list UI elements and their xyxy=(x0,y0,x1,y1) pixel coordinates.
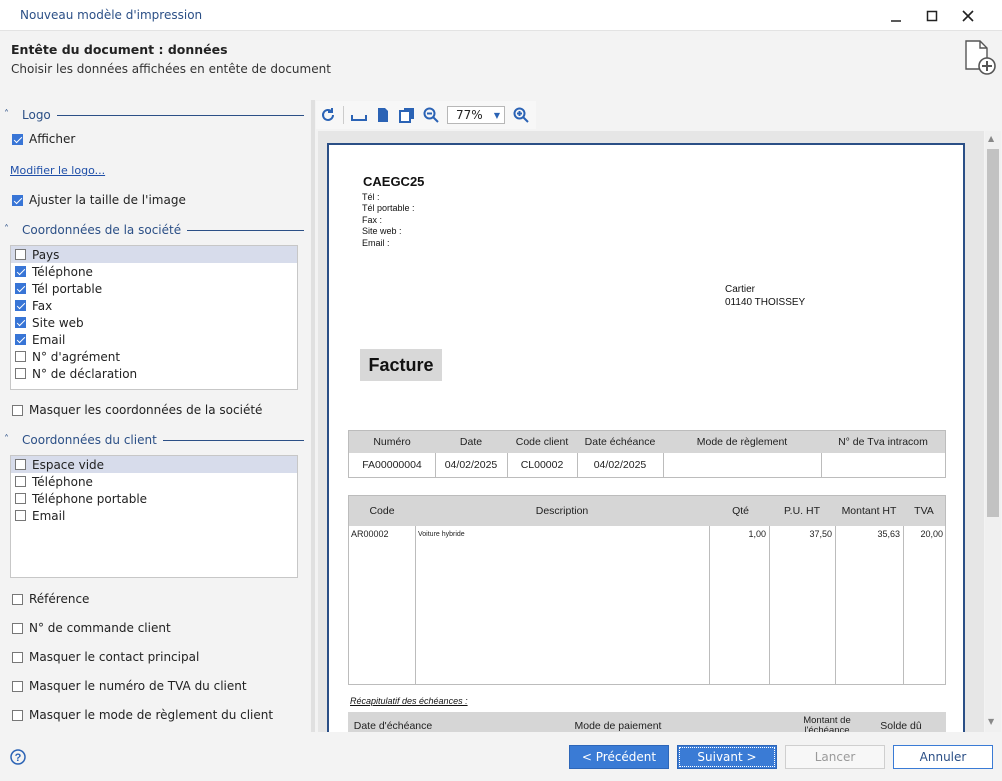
page-subtitle: Choisir les données affichées en entête … xyxy=(11,62,331,76)
company-line: Tél : xyxy=(362,192,380,202)
client-section-header[interactable]: ˄ Coordonnées du client xyxy=(4,432,304,448)
zoom-out-icon xyxy=(423,107,439,123)
hide-vat-checkbox[interactable]: Masquer le numéro de TVA du client xyxy=(12,679,247,693)
page-header: Entête du document : données Choisir les… xyxy=(0,31,1002,99)
preview-toolbar: 77% ▼ xyxy=(316,101,536,129)
list-item[interactable]: Email xyxy=(11,331,297,348)
next-button[interactable]: Suivant > xyxy=(677,745,777,769)
company-section-label: Coordonnées de la société xyxy=(22,223,182,237)
multi-page-icon xyxy=(399,108,414,123)
single-page-button[interactable] xyxy=(371,103,395,127)
hide-contact-checkbox[interactable]: Masquer le contact principal xyxy=(12,650,199,664)
chevron-down-icon: ▼ xyxy=(493,110,500,120)
document-preview[interactable]: CAEGC25 Tél : Tél portable : Fax : Site … xyxy=(318,131,984,732)
collapse-chevron-icon[interactable]: ˄ xyxy=(4,224,22,236)
cancel-button[interactable]: Annuler xyxy=(893,745,993,769)
company-line: Tél portable : xyxy=(362,203,415,213)
multi-page-button[interactable] xyxy=(395,103,419,127)
invoice-header-table: Numéro Date Code client Date échéance Mo… xyxy=(348,430,946,478)
list-item[interactable]: Téléphone portable xyxy=(11,490,297,507)
close-button[interactable] xyxy=(950,0,986,31)
company-line: Site web : xyxy=(362,226,402,236)
reference-checkbox[interactable]: Référence xyxy=(12,592,89,606)
minimize-icon xyxy=(891,19,901,22)
checkbox-icon[interactable] xyxy=(12,194,23,206)
list-item[interactable]: Pays xyxy=(11,246,297,263)
recap-title: Récapitulatif des échéances : xyxy=(350,696,468,706)
zoom-in-button[interactable] xyxy=(509,103,533,127)
client-name: Cartier xyxy=(725,284,756,295)
list-item[interactable]: Téléphone xyxy=(11,263,297,280)
order-number-checkbox[interactable]: N° de commande client xyxy=(12,621,171,635)
recap-table: Date d'échéance Mode de paiement Montant… xyxy=(348,712,946,732)
list-item[interactable]: Téléphone xyxy=(11,473,297,490)
list-item[interactable]: Fax xyxy=(11,297,297,314)
zoom-value: 77% xyxy=(456,108,483,122)
invoice-lines-table: Code Description Qté P.U. HT Montant HT … xyxy=(348,495,946,685)
window-title: Nouveau modèle d'impression xyxy=(20,8,203,22)
adjust-image-checkbox[interactable]: Ajuster la taille de l'image xyxy=(12,193,186,207)
zoom-out-button[interactable] xyxy=(419,103,443,127)
company-name: CAEGC25 xyxy=(363,174,425,189)
hide-company-checkbox[interactable]: Masquer les coordonnées de la société xyxy=(12,403,262,417)
company-line: Email : xyxy=(362,238,390,248)
refresh-button[interactable] xyxy=(316,103,340,127)
list-item[interactable]: Espace vide xyxy=(11,456,297,473)
options-panel: ˄ Logo Afficher Modifier le logo... Ajus… xyxy=(0,100,310,732)
checkbox-icon[interactable] xyxy=(12,133,23,145)
document-page: CAEGC25 Tél : Tél portable : Fax : Site … xyxy=(327,143,965,732)
collapse-chevron-icon[interactable]: ˄ xyxy=(4,434,22,446)
company-section-header[interactable]: ˄ Coordonnées de la société xyxy=(4,222,304,238)
maximize-button[interactable] xyxy=(914,0,950,31)
modify-logo-link[interactable]: Modifier le logo... xyxy=(10,164,105,177)
client-city: 01140 THOISSEY xyxy=(725,297,806,308)
list-item[interactable]: N° d'agrément xyxy=(11,348,297,365)
page-width-button[interactable] xyxy=(347,103,371,127)
list-item[interactable]: N° de déclaration xyxy=(11,365,297,382)
maximize-icon xyxy=(926,10,938,21)
zoom-in-icon xyxy=(513,107,529,123)
launch-button[interactable]: Lancer xyxy=(785,745,885,769)
dialog-window: Nouveau modèle d'impression Entête du do… xyxy=(0,0,1002,781)
scroll-up-icon[interactable]: ▲ xyxy=(988,134,994,143)
adjust-image-label: Ajuster la taille de l'image xyxy=(29,193,186,207)
page-title: Entête du document : données xyxy=(11,42,228,57)
document-title: Facture xyxy=(360,349,442,381)
list-item[interactable]: Tél portable xyxy=(11,280,297,297)
page-icon xyxy=(378,108,388,122)
show-logo-label: Afficher xyxy=(29,132,76,146)
client-fields-list[interactable]: Espace vide Téléphone Téléphone portable… xyxy=(10,455,298,578)
scroll-down-icon[interactable]: ▼ xyxy=(988,717,994,726)
list-item[interactable]: Email xyxy=(11,507,297,524)
zoom-select[interactable]: 77% ▼ xyxy=(447,106,505,124)
list-item[interactable]: Site web xyxy=(11,314,297,331)
svg-text:?: ? xyxy=(15,752,22,764)
minimize-button[interactable] xyxy=(878,0,914,31)
show-logo-checkbox[interactable]: Afficher xyxy=(12,132,75,146)
previous-button[interactable]: < Précédent xyxy=(569,745,669,769)
title-bar: Nouveau modèle d'impression xyxy=(0,0,1002,31)
collapse-chevron-icon[interactable]: ˄ xyxy=(4,109,22,121)
new-document-icon xyxy=(965,40,996,75)
logo-section-header[interactable]: ˄ Logo xyxy=(4,107,304,123)
company-line: Fax : xyxy=(362,215,383,225)
footer-bar: ? < Précédent Suivant > Lancer Annuler xyxy=(0,733,1002,781)
refresh-icon xyxy=(322,108,334,121)
page-width-icon xyxy=(351,115,367,121)
client-section-label: Coordonnées du client xyxy=(22,433,157,447)
hide-company-label: Masquer les coordonnées de la société xyxy=(29,403,263,417)
preview-scrollbar[interactable]: ▲ ▼ xyxy=(985,131,1001,732)
close-icon xyxy=(962,9,974,22)
help-icon[interactable]: ? xyxy=(10,749,26,765)
company-fields-list[interactable]: Pays Téléphone Tél portable Fax Site web… xyxy=(10,245,298,390)
logo-section-label: Logo xyxy=(22,108,51,122)
scroll-thumb[interactable] xyxy=(987,149,999,517)
hide-payment-mode-checkbox[interactable]: Masquer le mode de règlement du client xyxy=(12,708,273,722)
splitter[interactable] xyxy=(311,100,315,732)
